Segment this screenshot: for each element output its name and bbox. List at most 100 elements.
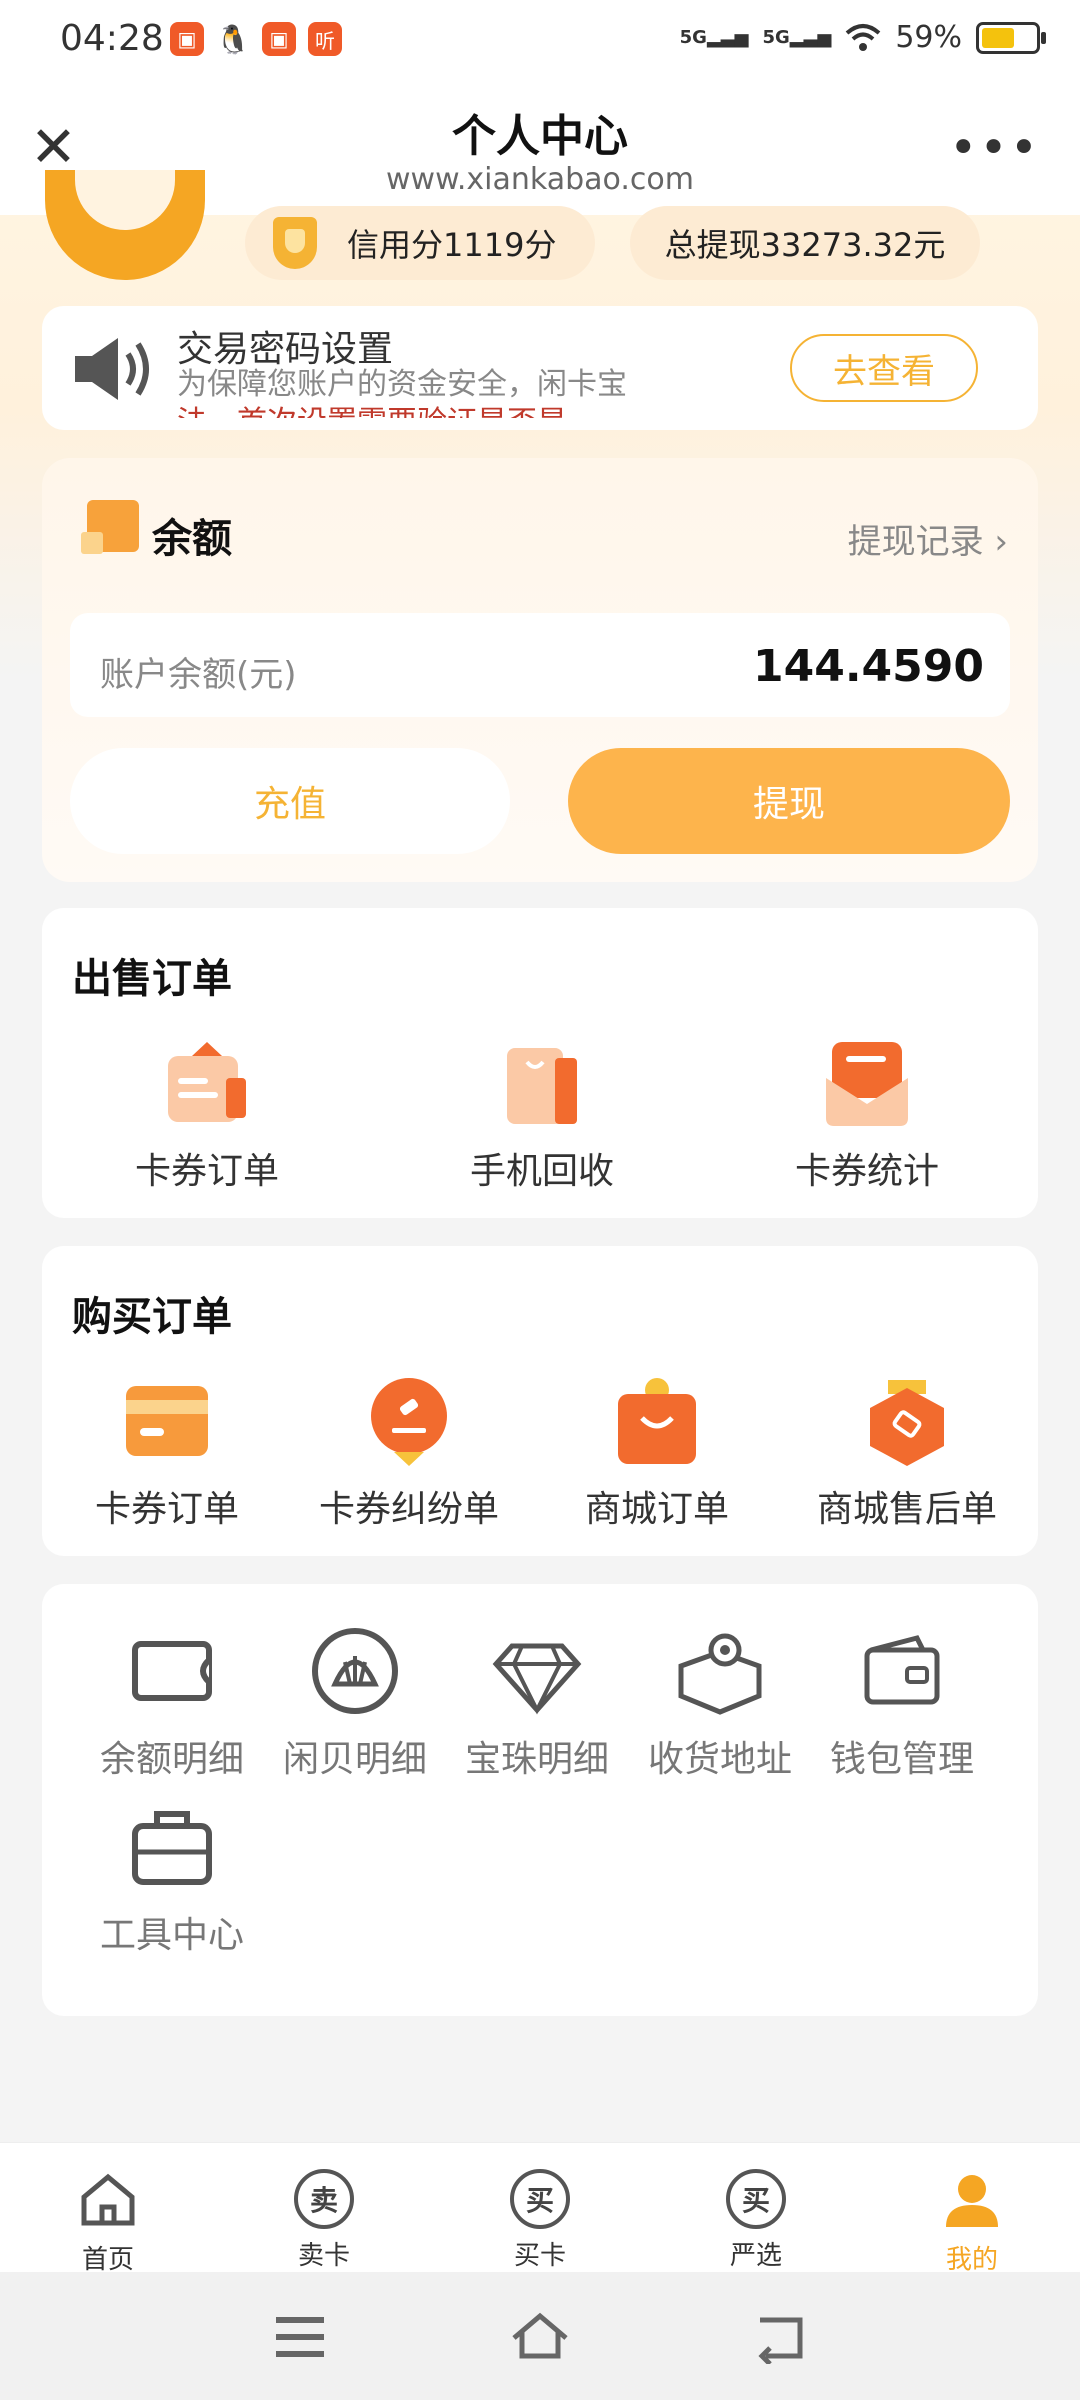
status-right: 5G▂▃▅ 5G▂▃▅ 59% <box>679 20 1046 55</box>
withdraw-record-label: 提现记录 <box>847 522 984 562</box>
withdraw-button[interactable]: 提现 <box>568 748 1010 854</box>
tab-home[interactable]: 首页 <box>48 2169 168 2276</box>
shopping-bag-icon <box>618 1378 696 1464</box>
total-withdraw-text: 总提现33273.32元 <box>664 226 946 264</box>
speaker-icon <box>75 338 149 400</box>
tab-mine-label: 我的 <box>945 2245 998 2275</box>
card-statistics[interactable]: 卡券统计 <box>762 1038 972 1194</box>
tab-selected[interactable]: 买 严选 <box>696 2169 816 2272</box>
toolbox-icon <box>132 1811 212 1885</box>
status-time: 04:28 <box>60 18 164 59</box>
tool-center-label: 工具中心 <box>99 1915 244 1956</box>
home-nav-icon[interactable] <box>508 2308 572 2362</box>
buy-orders-title: 购买订单 <box>72 1294 232 1340</box>
back-icon[interactable] <box>750 2310 810 2364</box>
view-button[interactable]: 去查看 <box>790 334 978 402</box>
tool-center[interactable]: 工具中心 <box>97 1802 247 1958</box>
battery-icon <box>976 21 1046 54</box>
shield-icon <box>273 217 317 269</box>
status-bar: 04:28 ▣ 🐧 ▣ 听 5G▂▃▅ 5G▂▃▅ 59% <box>0 0 1080 80</box>
shell-details-label: 闲贝明细 <box>282 1739 427 1780</box>
pearl-details-label: 宝珠明细 <box>464 1739 609 1780</box>
credit-score-chip[interactable]: 信用分1119分 <box>245 206 595 280</box>
card-icon <box>126 1386 208 1456</box>
wifi-icon <box>845 23 881 51</box>
battery-percent: 59% <box>895 20 962 55</box>
tab-home-label: 首页 <box>81 2245 134 2275</box>
shipping-address-label: 收货地址 <box>647 1739 792 1780</box>
selected-buy-icon: 买 <box>726 2169 786 2229</box>
tab-selected-label: 严选 <box>729 2241 782 2271</box>
wallet-management-label: 钱包管理 <box>829 1739 974 1780</box>
buy-card-orders-label: 卡券订单 <box>94 1489 239 1530</box>
balance-card: 余额 提现记录 › 账户余额(元) 144.4590 充值 提现 <box>42 458 1038 882</box>
qq-icon: 🐧 <box>215 22 251 56</box>
shopping-bag-icon <box>507 1048 577 1124</box>
shell-details[interactable]: 闲贝明细 <box>280 1626 430 1782</box>
sell-card-orders[interactable]: 卡券订单 <box>102 1038 312 1194</box>
recharge-button[interactable]: 充值 <box>70 748 510 854</box>
phone-recycle-label: 手机回收 <box>469 1151 614 1192</box>
gavel-badge-icon <box>371 1378 447 1466</box>
mall-orders[interactable]: 商城订单 <box>552 1376 762 1532</box>
mall-orders-label: 商城订单 <box>584 1489 729 1530</box>
sell-card-orders-label: 卡券订单 <box>134 1151 279 1192</box>
more-options-icon[interactable]: ••• <box>949 120 1040 176</box>
tools-card: 余额明细 闲贝明细 宝珠明细 收货地址 钱包管理 工具中心 <box>42 1584 1038 2016</box>
chevron-right-icon: › <box>994 522 1008 562</box>
page-title: 个人中心 <box>452 111 628 162</box>
app-notification-icon-2: ▣ <box>262 22 296 56</box>
tab-sell-card-label: 卖卡 <box>297 2241 350 2271</box>
balance-title: 余额 <box>152 516 232 562</box>
account-balance-amount: 144.4590 <box>752 641 984 692</box>
sell-orders-card: 出售订单 卡券订单 手机回收 卡券统计 <box>42 908 1038 1218</box>
listen-app-icon: 听 <box>308 22 342 56</box>
tab-sell-card[interactable]: 卖 卖卡 <box>264 2169 384 2272</box>
phone-recycle[interactable]: 手机回收 <box>437 1038 647 1194</box>
notice-body: 为保障您账户的资金安全，闲卡宝 法，首次设置需要验证是否是 <box>177 366 717 418</box>
sell-icon: 卖 <box>294 2169 354 2229</box>
tab-buy-card-label: 买卡 <box>513 2241 566 2271</box>
password-notice-banner: 交易密码设置 为保障您账户的资金安全，闲卡宝 法，首次设置需要验证是否是 去查看 <box>42 306 1038 430</box>
tab-buy-card[interactable]: 买 买卡 <box>480 2169 600 2272</box>
bottom-tab-bar: 首页 卖 卖卡 买 买卡 买 严选 我的 <box>0 2142 1080 2276</box>
diamond-icon <box>492 1643 582 1715</box>
envelope-icon <box>826 1042 908 1126</box>
balance-details[interactable]: 余额明细 <box>97 1626 247 1782</box>
system-navigation-bar <box>0 2272 1080 2400</box>
map-location-icon <box>678 1633 762 1715</box>
notice-line-1: 为保障您账户的资金安全，闲卡宝 <box>177 367 627 402</box>
wallet-management[interactable]: 钱包管理 <box>827 1626 977 1782</box>
credit-score-text: 信用分1119分 <box>347 226 557 264</box>
mall-aftersales-orders[interactable]: 商城售后单 <box>797 1376 1017 1532</box>
balance-details-label: 余额明细 <box>99 1739 244 1780</box>
shipping-address[interactable]: 收货地址 <box>645 1626 795 1782</box>
menu-icon[interactable] <box>270 2312 330 2362</box>
account-balance-field: 账户余额(元) 144.4590 <box>70 613 1010 717</box>
home-icon <box>81 2173 135 2226</box>
app-notification-icon: ▣ <box>170 22 204 56</box>
buy-icon: 买 <box>510 2169 570 2229</box>
user-icon <box>946 2175 998 2227</box>
status-app-icons: ▣ 🐧 ▣ 听 <box>170 22 342 56</box>
card-statistics-label: 卡券统计 <box>794 1151 939 1192</box>
account-balance-label: 账户余额(元) <box>100 655 297 695</box>
shell-icon <box>312 1628 398 1714</box>
wallet-icon <box>132 1641 212 1701</box>
mall-aftersales-orders-label: 商城售后单 <box>816 1489 997 1530</box>
card-dispute-orders-label: 卡券纠纷单 <box>318 1489 499 1530</box>
notice-title: 交易密码设置 <box>177 329 394 370</box>
buy-card-orders[interactable]: 卡券订单 <box>62 1376 272 1532</box>
card-dispute-orders[interactable]: 卡券纠纷单 <box>304 1376 514 1532</box>
pearl-details[interactable]: 宝珠明细 <box>462 1626 612 1782</box>
wallet-box-icon <box>81 500 139 554</box>
signal-icon-1: 5G▂▃▅ <box>679 27 749 48</box>
tag-hexagon-icon <box>870 1380 944 1466</box>
tab-mine[interactable]: 我的 <box>912 2169 1032 2276</box>
purse-icon <box>864 1635 940 1705</box>
buy-orders-card: 购买订单 卡券订单 卡券纠纷单 商城订单 商城售后单 <box>42 1246 1038 1556</box>
signal-icon-2: 5G▂▃▅ <box>762 27 832 48</box>
notice-line-2: 法，首次设置需要验证是否是 <box>177 404 717 418</box>
withdraw-record-link[interactable]: 提现记录 › <box>848 514 1008 563</box>
total-withdraw-chip[interactable]: 总提现33273.32元 <box>630 206 980 280</box>
